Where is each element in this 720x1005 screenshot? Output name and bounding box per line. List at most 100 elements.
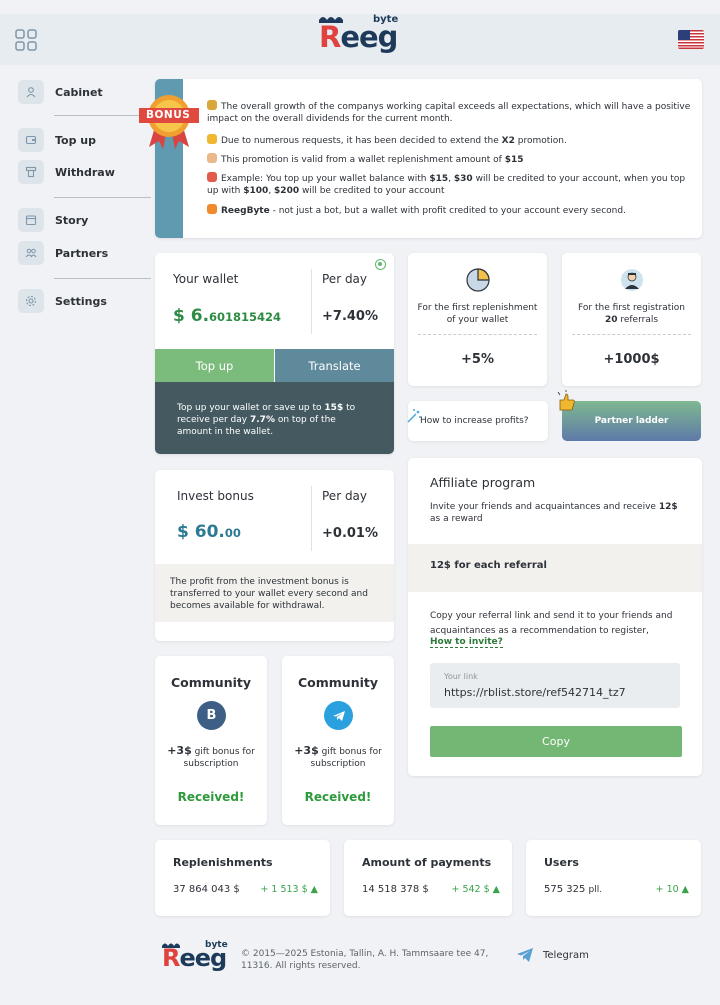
bonus-bold: $15 [429,174,449,184]
stat-value: 14 518 378 $ [362,884,429,895]
first-registration-card: For the first registration 20 referrals … [562,253,701,386]
top-up-button[interactable]: Top up [155,349,274,382]
sidebar-item-settings[interactable]: Settings [18,289,136,313]
sidebar-item-top-up[interactable]: Top up [18,128,136,152]
footer-telegram-link[interactable]: Telegram [516,947,589,963]
sidebar-label: Withdraw [55,165,115,179]
first-text-line: For the first replenishment [417,303,538,313]
footer-logo-r: R [162,944,181,972]
wallet-balance-main: $ 6. [173,306,210,326]
footer-logo-main: Reeg [162,944,227,972]
first-text-line: of your wallet [446,315,509,325]
user-icon [18,80,44,104]
stat-value-number: 575 325 [544,884,586,895]
sidebar-divider [54,115,151,116]
bonus-bold: $30 [453,174,473,184]
bonus-bold: $100 [243,185,269,196]
us-flag-icon[interactable] [678,30,704,49]
stat-value: 37 864 043 $ [173,884,240,895]
translate-button[interactable]: Translate [275,349,394,382]
first-text-bold: 20 [604,315,618,325]
wallet-balance-fraction: 601815424 [209,310,282,324]
affiliate-reward-band: 12$ for each referral [408,544,702,592]
pie-chart-icon [466,268,490,292]
dashed-divider [418,334,537,335]
first-registration-text: For the first registration 20 referrals [566,302,697,326]
bonus-line-growth: The overall growth of the companys worki… [207,100,692,125]
how-to-increase-profits-button[interactable]: How to increase profits? [407,401,548,441]
telegram-icon [517,948,533,962]
partner-ladder-button[interactable]: Partner ladder [562,401,701,441]
sidebar-label: Partners [55,246,109,260]
fire-icon [207,204,217,214]
sidebar-item-withdraw[interactable]: Withdraw [18,160,136,184]
wallet-note-bold: 7.7% [250,415,275,425]
affiliate-program-card: Affiliate program Invite your friends an… [408,458,702,776]
bonus-text: Example: You top up your wallet balance … [221,174,427,184]
affiliate-sub-text: Invite your friends and acquaintances an… [430,502,656,512]
sidebar-item-cabinet[interactable]: Cabinet [18,80,136,104]
community-title: Community [170,675,252,690]
bonus-badge-label: BONUS [146,109,191,121]
footer-logo[interactable]: byte Reeg [161,940,229,978]
how-to-invite-link[interactable]: How to invite? [430,637,503,648]
telegram-icon[interactable] [324,701,353,730]
referral-link-placeholder: Your link [444,672,478,681]
stat-delta: + 542 $ ▲ [451,884,500,895]
bonus-banner: The overall growth of the companys worki… [155,79,702,238]
per-day-label: Per day [322,272,368,286]
community-bonus: +3$ [167,744,192,757]
logo-main-text: Reeg [319,20,398,54]
logo[interactable]: byte Reeg [317,14,401,58]
bonus-text: This promotion is valid from a wallet re… [221,155,502,165]
sidebar-item-partners[interactable]: Partners [18,241,136,265]
bonus-line-valid: This promotion is valid from a wallet re… [207,153,692,167]
lightning-icon [207,134,217,144]
invest-label: Invest bonus [177,489,254,503]
affiliate-title: Affiliate program [430,475,536,490]
community-text: +3$ gift bonus for subscription [288,745,388,770]
copy-button[interactable]: Copy [430,726,682,757]
stat-replenishments: Replenishments 37 864 043 $ + 1 513 $ ▲ [155,840,330,916]
divider [311,486,312,551]
bonus-ribbon-icon [139,95,199,149]
stat-label: Replenishments [173,856,273,869]
referral-link-field[interactable]: Your link https://rblist.store/ref542714… [430,663,680,708]
wallet-note-bold: 15$ [324,403,344,413]
wallet-icon [18,128,44,152]
affiliate-subtitle: Invite your friends and acquaintances an… [430,501,685,525]
sidebar-label: Cabinet [55,85,103,99]
how-to-increase-profits-label: How to increase profits? [420,416,529,426]
logo-r: R [319,20,341,54]
bonus-bold: $200 [274,185,300,196]
wallet-note: Top up your wallet or save up to 15$ to … [155,382,394,454]
bonus-text: promotion. [517,136,567,146]
footer-logo-eeg: eeg [179,944,227,972]
withdraw-icon [18,160,44,184]
sidebar-divider [54,278,151,279]
community-bonus: +3$ [294,744,319,757]
vk-icon[interactable]: B [197,701,226,730]
footer-telegram-label: Telegram [543,949,589,961]
wallet-per-day: +7.40% [322,309,378,324]
users-icon [18,241,44,265]
bonus-text: The overall growth of the companys worki… [207,102,691,124]
affiliate-sub-bold: 12$ [658,502,678,512]
bonus-line-reegbyte: ReegByte - not just a bot, but a wallet … [207,204,692,218]
sidebar-item-story[interactable]: Story [18,208,136,232]
grid-icon[interactable] [15,29,37,51]
stat-users: Users 575 325 pll. + 10 ▲ [526,840,701,916]
invest-note: The profit from the investment bonus is … [155,564,394,622]
stat-value: 575 325 pll. [544,884,602,895]
per-day-label: Per day [322,489,368,503]
community-desc: gift bonus for subscription [183,747,255,769]
person-avatar-icon [621,269,643,291]
invest-bonus-card: Invest bonus Per day $ 60.00 +0.01% The … [155,470,394,641]
online-status-icon [375,259,386,270]
stat-label: Amount of payments [362,856,492,869]
community-status: Received! [304,790,372,804]
wallet-card: Your wallet Per day $ 6.601815424 +7.40%… [155,253,394,454]
thumbs-up-icon [557,390,575,411]
stat-delta: + 10 ▲ [655,884,689,895]
bonus-badge: BONUS [139,93,199,149]
